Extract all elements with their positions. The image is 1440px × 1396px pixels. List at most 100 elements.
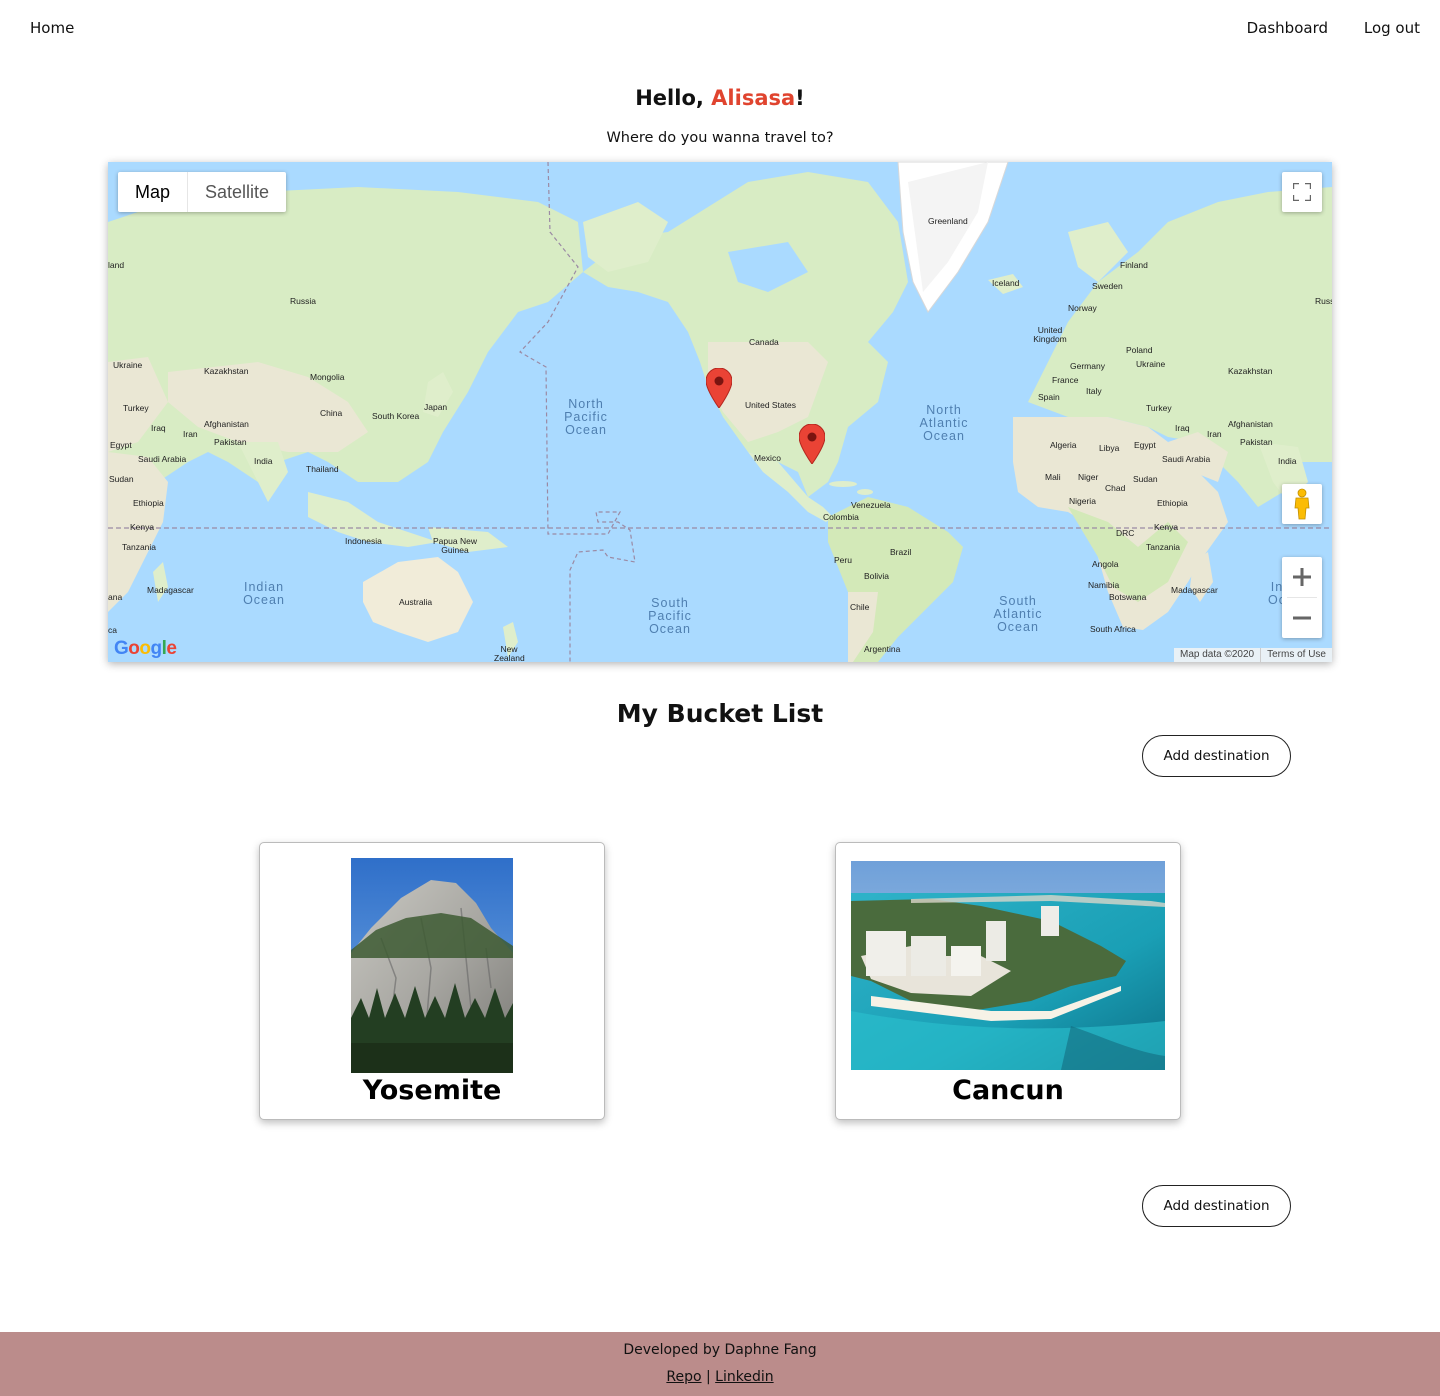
plus-icon: [1293, 568, 1311, 586]
street-view-button[interactable]: [1282, 484, 1322, 524]
cancun-photo: [851, 861, 1165, 1070]
label-sudan-east: Sudan: [1133, 474, 1158, 484]
label-germany: Germany: [1070, 361, 1105, 371]
minus-icon: [1293, 616, 1311, 620]
label-iceland: Iceland: [992, 278, 1020, 288]
ocean-north-pacific: North Pacific Ocean: [564, 397, 608, 437]
label-south-africa: South Africa: [1090, 624, 1136, 634]
label-kenya-east: Kenya: [1154, 522, 1179, 532]
zoom-out-button[interactable]: [1282, 598, 1322, 638]
label-indonesia: Indonesia: [345, 536, 382, 546]
label-uk: United Kingdom: [1033, 325, 1067, 344]
ocean-south-atlantic: South Atlantic Ocean: [993, 594, 1043, 634]
label-japan: Japan: [424, 402, 448, 412]
label-new-zealand: New Zealand: [494, 644, 525, 663]
label-edge-ca: ca: [108, 625, 117, 635]
label-namibia: Namibia: [1088, 580, 1120, 590]
label-libya: Libya: [1099, 443, 1120, 453]
label-kazakhstan-west: Kazakhstan: [204, 366, 249, 376]
nav-logout-link[interactable]: Log out: [1364, 19, 1420, 37]
marker-yosemite-pin-icon[interactable]: [706, 368, 732, 408]
label-ethiopia-west: Ethiopia: [133, 498, 164, 508]
label-iran-east: Iran: [1207, 429, 1222, 439]
greeting-prefix: Hello,: [635, 86, 712, 110]
label-ethiopia-east: Ethiopia: [1157, 498, 1188, 508]
label-edge-ana: ana: [108, 592, 123, 602]
label-kenya-west: Kenya: [130, 522, 155, 532]
footer-separator: |: [706, 1369, 711, 1385]
label-india-west: India: [254, 456, 273, 466]
map-type-map-button[interactable]: Map: [118, 172, 189, 212]
label-png: Papua New Guinea: [433, 536, 477, 555]
ocean-south-pacific: South Pacific Ocean: [648, 596, 692, 636]
label-saudi-west: Saudi Arabia: [138, 454, 187, 464]
travel-prompt: Where do you wanna travel to?: [606, 130, 834, 146]
repo-link[interactable]: Repo: [666, 1369, 701, 1385]
label-canada: Canada: [749, 337, 779, 347]
add-destination-button-top[interactable]: Add destination: [1142, 735, 1291, 777]
label-ukraine-east: Ukraine: [1136, 359, 1166, 369]
label-ukraine-west: Ukraine: [113, 360, 143, 370]
label-russia-east: Russ: [1315, 296, 1332, 306]
label-nigeria: Nigeria: [1069, 496, 1096, 506]
label-mexico: Mexico: [754, 453, 781, 463]
world-map[interactable]: Greenland Iceland Finland Sweden Norway …: [108, 162, 1332, 662]
label-pakistan-west: Pakistan: [214, 437, 247, 447]
footer: Developed by Daphne Fang Repo | Linkedin: [0, 1332, 1440, 1396]
destination-card-yosemite[interactable]: Yosemite: [259, 842, 605, 1120]
label-drc: DRC: [1116, 528, 1135, 538]
label-italy: Italy: [1086, 386, 1102, 396]
label-angola: Angola: [1092, 559, 1119, 569]
label-india-east: India: [1278, 456, 1297, 466]
label-bolivia: Bolivia: [864, 571, 890, 581]
label-chad: Chad: [1105, 483, 1126, 493]
label-algeria: Algeria: [1050, 440, 1077, 450]
pegman-icon: [1294, 488, 1310, 520]
top-nav: Home Dashboard Log out: [0, 0, 1440, 56]
label-mongolia: Mongolia: [310, 372, 345, 382]
label-afghanistan-west: Afghanistan: [204, 419, 249, 429]
map-attribution: Map data ©2020 Terms of Use: [1174, 648, 1332, 662]
greeting-heading: Hello, Alisasa!: [0, 86, 1440, 110]
label-peru: Peru: [834, 555, 852, 565]
yosemite-photo: [351, 858, 513, 1073]
label-saudi-east: Saudi Arabia: [1162, 454, 1211, 464]
nav-home-link[interactable]: Home: [30, 19, 74, 37]
marker-cancun-pin-icon[interactable]: [799, 424, 825, 464]
label-botswana: Botswana: [1109, 592, 1147, 602]
fullscreen-button[interactable]: [1282, 172, 1322, 212]
ocean-indian: Indian Ocean: [243, 580, 285, 607]
label-colombia: Colombia: [823, 512, 859, 522]
zoom-control: [1282, 557, 1322, 638]
destination-card-cancun[interactable]: Cancun: [835, 842, 1181, 1120]
label-iran-west: Iran: [183, 429, 198, 439]
label-chile: Chile: [850, 602, 870, 612]
label-spain: Spain: [1038, 392, 1060, 402]
ocean-north-atlantic: North Atlantic Ocean: [919, 403, 969, 443]
label-sweden: Sweden: [1092, 281, 1123, 291]
footer-links: Repo | Linkedin: [0, 1369, 1440, 1385]
label-sudan-west: Sudan: [109, 474, 134, 484]
label-greenland: Greenland: [928, 216, 968, 226]
map-type-satellite-button[interactable]: Satellite: [188, 172, 286, 212]
destination-name-yosemite: Yosemite: [362, 1075, 502, 1106]
label-argentina: Argentina: [864, 644, 901, 654]
zoom-in-button[interactable]: [1282, 557, 1322, 597]
label-iraq-east: Iraq: [1175, 423, 1190, 433]
label-australia: Australia: [399, 597, 433, 607]
terms-of-use-link[interactable]: Terms of Use: [1260, 648, 1332, 662]
label-edge-land: land: [108, 260, 125, 270]
user-name: Alisasa: [711, 86, 796, 110]
bucket-list-title: My Bucket List: [616, 699, 824, 728]
footer-credit: Developed by Daphne Fang: [623, 1342, 817, 1358]
label-france: France: [1052, 375, 1079, 385]
nav-dashboard-link[interactable]: Dashboard: [1247, 19, 1328, 37]
label-china: China: [320, 408, 343, 418]
add-destination-button-bottom[interactable]: Add destination: [1142, 1185, 1291, 1227]
greeting-suffix: !: [795, 86, 805, 110]
label-united-states: United States: [745, 400, 797, 410]
label-finland: Finland: [1120, 260, 1148, 270]
label-madagascar-east: Madagascar: [1171, 585, 1218, 595]
linkedin-link[interactable]: Linkedin: [715, 1369, 773, 1385]
map-data-text: Map data ©2020: [1180, 649, 1255, 660]
